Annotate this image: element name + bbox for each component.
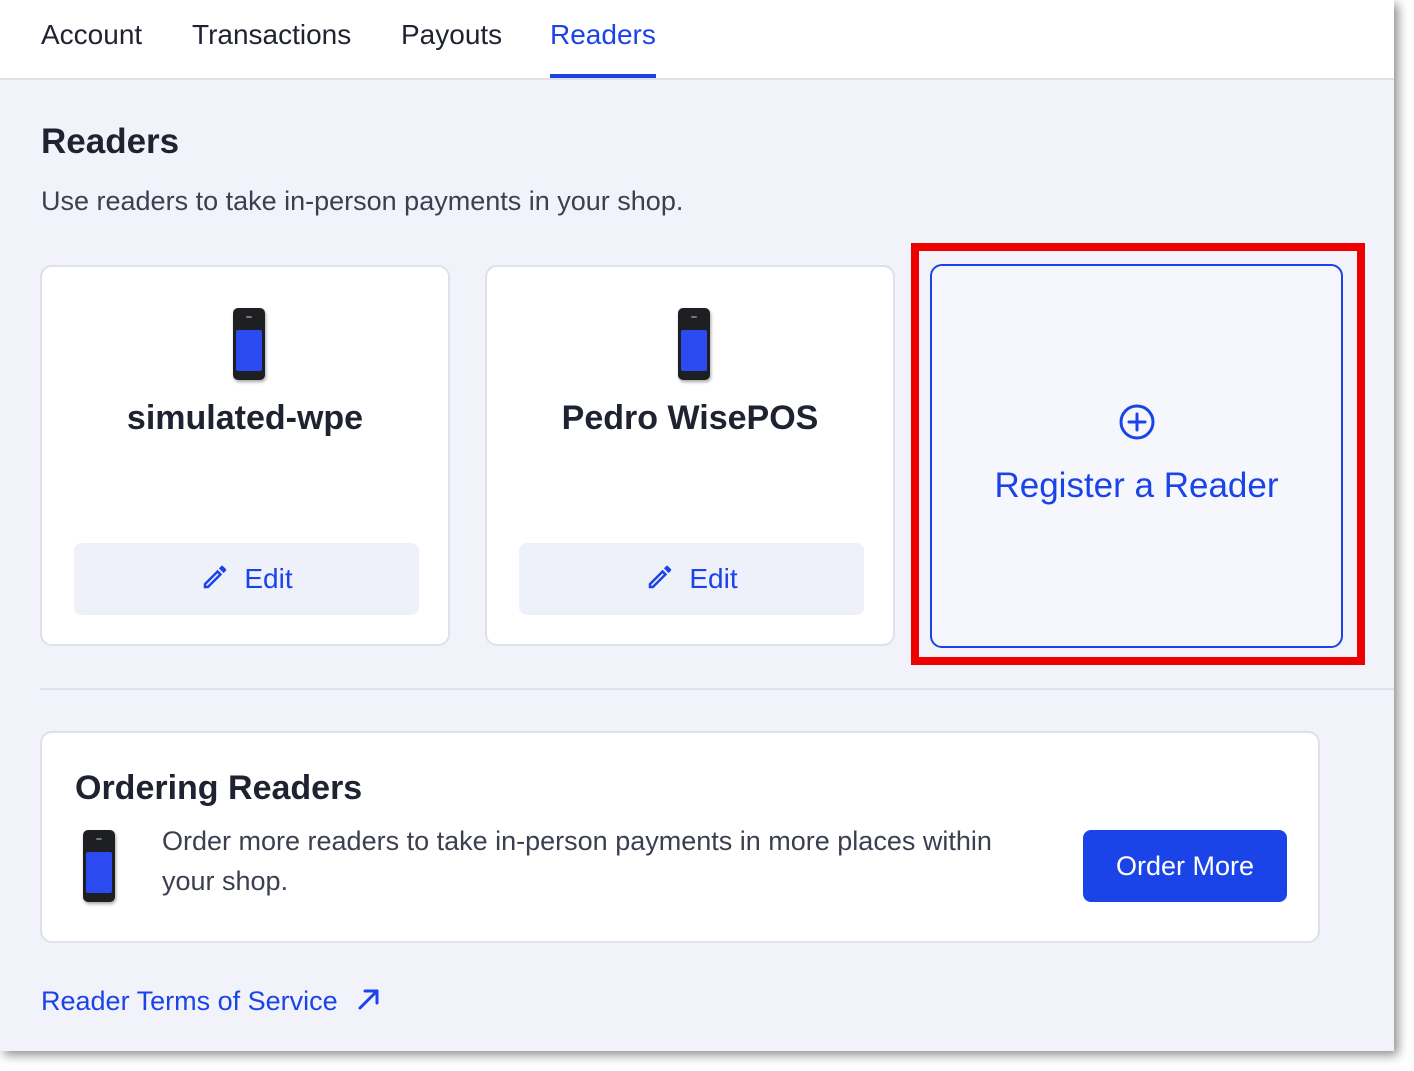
page-title: Readers xyxy=(41,122,180,161)
pencil-icon xyxy=(200,562,230,597)
reader-terms-link[interactable]: Reader Terms of Service xyxy=(41,986,382,1017)
terms-label: Reader Terms of Service xyxy=(41,986,338,1016)
tab-transactions[interactable]: Transactions xyxy=(192,0,351,78)
tab-readers[interactable]: Readers xyxy=(550,0,656,78)
plus-circle-icon xyxy=(1118,403,1156,446)
external-link-arrow-icon xyxy=(356,986,382,1017)
card-reader-device-icon xyxy=(233,308,265,380)
card-reader-device-icon xyxy=(678,308,710,380)
edit-label: Edit xyxy=(244,563,293,594)
reader-name: simulated-wpe xyxy=(126,399,364,437)
reader-card: Pedro WisePOS Edit xyxy=(485,265,895,646)
register-reader-button[interactable]: Register a Reader xyxy=(930,264,1343,648)
tab-account[interactable]: Account xyxy=(41,0,142,78)
edit-label: Edit xyxy=(689,563,738,594)
ordering-title: Ordering Readers xyxy=(75,769,363,807)
pencil-icon xyxy=(645,562,675,597)
readers-page: Account Transactions Payouts Readers Rea… xyxy=(0,0,1394,1051)
register-reader-label: Register a Reader xyxy=(994,466,1279,505)
reader-card: simulated-wpe Edit xyxy=(40,265,450,646)
tab-payouts[interactable]: Payouts xyxy=(401,0,502,78)
page-subtitle: Use readers to take in-person payments i… xyxy=(41,186,684,216)
ordering-description: Order more readers to take in-person pay… xyxy=(162,826,992,896)
card-reader-device-icon xyxy=(83,830,115,902)
section-divider xyxy=(40,688,1394,690)
order-more-button[interactable]: Order More xyxy=(1083,830,1287,902)
reader-name: Pedro WisePOS xyxy=(561,399,819,437)
edit-reader-button[interactable]: Edit xyxy=(519,543,864,615)
edit-reader-button[interactable]: Edit xyxy=(74,543,419,615)
ordering-readers-card: Ordering Readers Order more readers to t… xyxy=(40,731,1320,943)
tab-bar: Account Transactions Payouts Readers xyxy=(0,0,1394,80)
